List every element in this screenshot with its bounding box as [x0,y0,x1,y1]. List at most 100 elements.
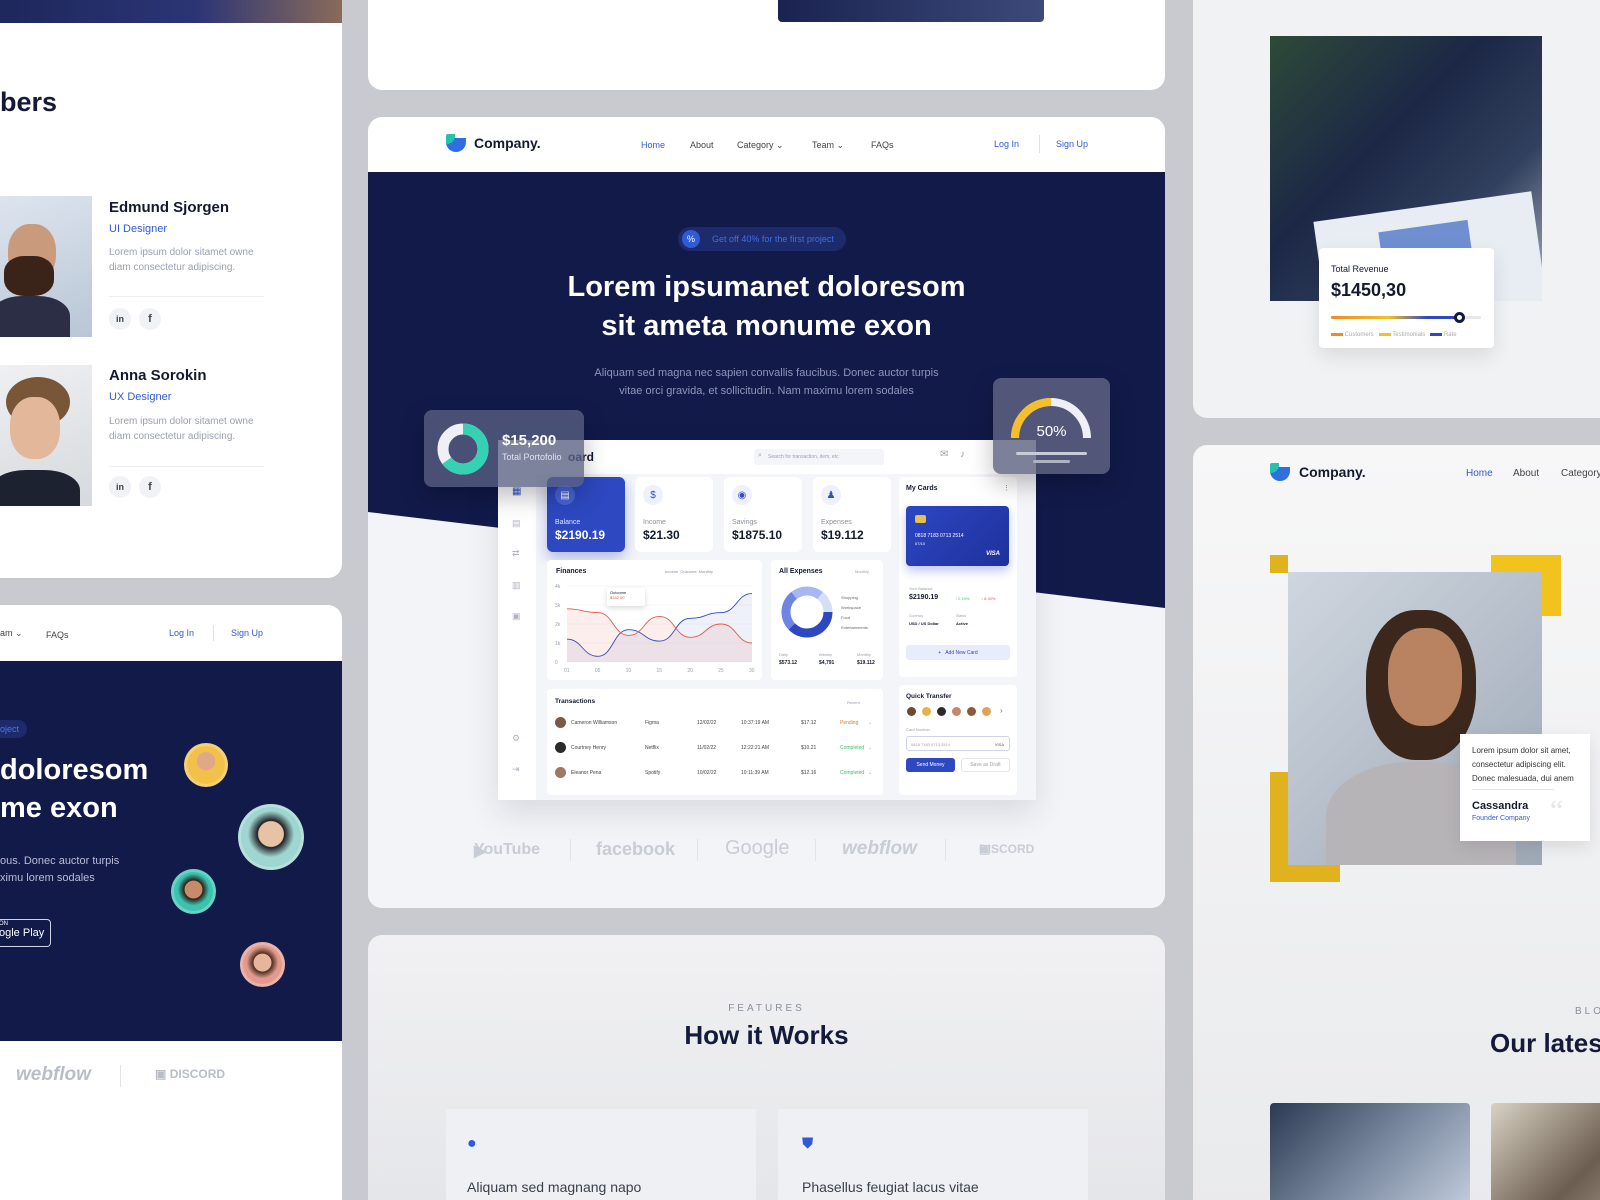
table-row[interactable]: Cameron Williamson Figma 12/02/22 10:37:19 … [555,711,875,735]
finances-panel: Finances Income Outcome Monthly 4k 3k 2k 1k… [547,560,762,680]
message-icon[interactable]: ✉ [940,449,948,460]
facebook-icon[interactable]: f [139,308,161,330]
bell-icon[interactable]: ♪ [960,449,965,460]
webflow-logo: webflow [16,1064,91,1085]
hero-line-2: me exon [0,792,118,824]
bank-card[interactable]: 0818 7183 0713 2514 07/10 VISA [906,506,1009,566]
avatar [555,717,566,728]
chevron-right-icon[interactable]: › [1000,706,1003,715]
stat-card-income[interactable]: $ Income $21.30 [635,477,713,552]
stat-card-savings[interactable]: ◉ Savings $1875.10 [724,477,802,552]
hero-headline-2: sit ameta monume exon [601,310,932,342]
logo-divider [570,839,571,861]
nav-faqs-link[interactable]: FAQs [46,630,69,640]
logout-icon[interactable]: ⇥ [512,764,520,775]
gear-icon[interactable]: ⚙ [512,733,520,744]
transaction-company: Figma [645,720,659,726]
discord-logo: ▣ DISCORD [155,1067,226,1081]
table-row[interactable]: Courtney Henry Netflix 11/02/22 12:22:21 AM… [555,736,875,760]
more-icon[interactable]: ⋮ [1003,484,1010,492]
avatar[interactable] [906,706,917,717]
avatar[interactable] [981,706,992,717]
nav-home-link[interactable]: Home [641,140,665,150]
brand[interactable]: Company. [1270,463,1366,481]
table-row[interactable]: Eleanor Pena Spotify 10/02/22 10:11:39 AM $1… [555,761,875,785]
stat-card-expenses[interactable]: ♟ Expenses $19.112 [813,477,891,552]
linkedin-icon[interactable]: in [109,308,131,330]
dashboard-sidebar: ▦ ▤ ⇄ ▥ ▣ ⚙ ⇥ [498,440,536,800]
my-cards-title: My Cards [906,485,938,492]
chevron-down-icon[interactable]: ⌄ [868,745,872,751]
transactions-filter[interactable]: Recent [847,700,860,705]
search-icon: ⌕ [758,452,762,459]
expenses-period[interactable]: Monthly [855,569,869,574]
grid-icon[interactable]: ▦ [512,486,521,497]
transaction-amount: $17.12 [801,720,817,726]
card-icon[interactable]: ▣ [512,611,521,622]
expenses-legend: Shopping Workspace Food Entertainments [841,595,868,630]
logo-icon [1270,463,1290,481]
search-input[interactable]: ⌕ Search for transaction, item, etc [754,449,884,465]
add-card-button[interactable]: + Add New Card [906,645,1010,660]
expenses-title: All Expenses [779,568,823,575]
avatar[interactable] [936,706,947,717]
portfolio-value: $15,200 [502,432,557,449]
nav-category-link[interactable]: Category ⌄ [737,140,784,151]
transfer-icon[interactable]: ⇄ [512,548,520,559]
avatar[interactable] [966,706,977,717]
testimonial-quote-card: Lorem ipsum dolor sit amet, consectetur … [1460,734,1590,841]
chevron-down-icon: ⌄ [836,140,845,150]
chevron-down-icon[interactable]: ⌄ [868,770,872,776]
transactions-title: Transactions [555,698,596,705]
chart-icon[interactable]: ▤ [512,518,521,529]
divider [109,296,264,297]
facebook-icon[interactable]: f [139,476,161,498]
nav-about-link[interactable]: About [1513,468,1539,479]
nav-category-link[interactable]: Category [1561,468,1600,479]
login-link[interactable]: Log In [169,628,194,638]
blog-image[interactable] [1270,1103,1470,1200]
transaction-name: Courtney Henry [571,745,607,751]
shield-icon: ⛊ [802,1135,814,1152]
x-tick-label: 25 [718,668,724,674]
send-money-button[interactable]: Send Money [906,758,955,772]
signup-link[interactable]: Sign Up [231,628,263,638]
blog-image[interactable] [1491,1103,1600,1200]
stats-row: ▤ Balance $2190.19 $ Income $21.30 ◉ Sav… [547,477,892,552]
features-title: How it Works [684,1020,849,1050]
google-play-button[interactable]: ON ogle Play [0,919,51,947]
nav-team-link[interactable]: Team ⌄ [812,140,844,151]
revenue-value: $1450,30 [1331,280,1407,300]
nav-team-link[interactable]: am ⌄ [0,628,23,639]
avatar[interactable] [921,706,932,717]
nav-faqs-link[interactable]: FAQs [871,140,894,150]
promo-badge[interactable]: % Get off 40% for the first project [678,227,846,251]
income-icon: $ [643,485,663,505]
logo-divider [120,1065,121,1087]
chevron-down-icon[interactable]: ⌄ [868,720,872,726]
transaction-company: Netflix [645,745,659,751]
feature-card[interactable]: ● Aliquam sed magnang napo [446,1109,756,1200]
save-draft-button[interactable]: Save as Draft [961,758,1010,772]
nav-about-link[interactable]: About [690,140,714,150]
stat-card-balance[interactable]: ▤ Balance $2190.19 [547,477,625,552]
nav-home-link[interactable]: Home [1466,468,1493,479]
avatar[interactable] [951,706,962,717]
card-number-input[interactable]: 0818 7183 0713 2514 VISA [906,736,1010,751]
logo-divider [815,839,816,861]
divider [109,466,264,467]
document-icon[interactable]: ▥ [512,580,521,591]
feature-card[interactable]: ⛊ Phasellus feugiat lacus vitae [778,1109,1088,1200]
transaction-time: 10:11:39 AM [741,770,769,776]
my-cards-panel: My Cards ⋮ 0818 7183 0713 2514 07/10 VIS… [899,477,1017,677]
x-tick-label: 05 [595,668,601,674]
divider [1472,789,1554,790]
linkedin-icon[interactable]: in [109,476,131,498]
logo-icon [446,134,466,152]
brand[interactable]: Company. [446,134,541,152]
progress-knob[interactable] [1453,312,1465,323]
avatar [555,767,566,778]
login-link[interactable]: Log In [994,139,1019,149]
signup-link[interactable]: Sign Up [1056,139,1088,149]
testimonial-role: Founder Company [1472,815,1530,822]
